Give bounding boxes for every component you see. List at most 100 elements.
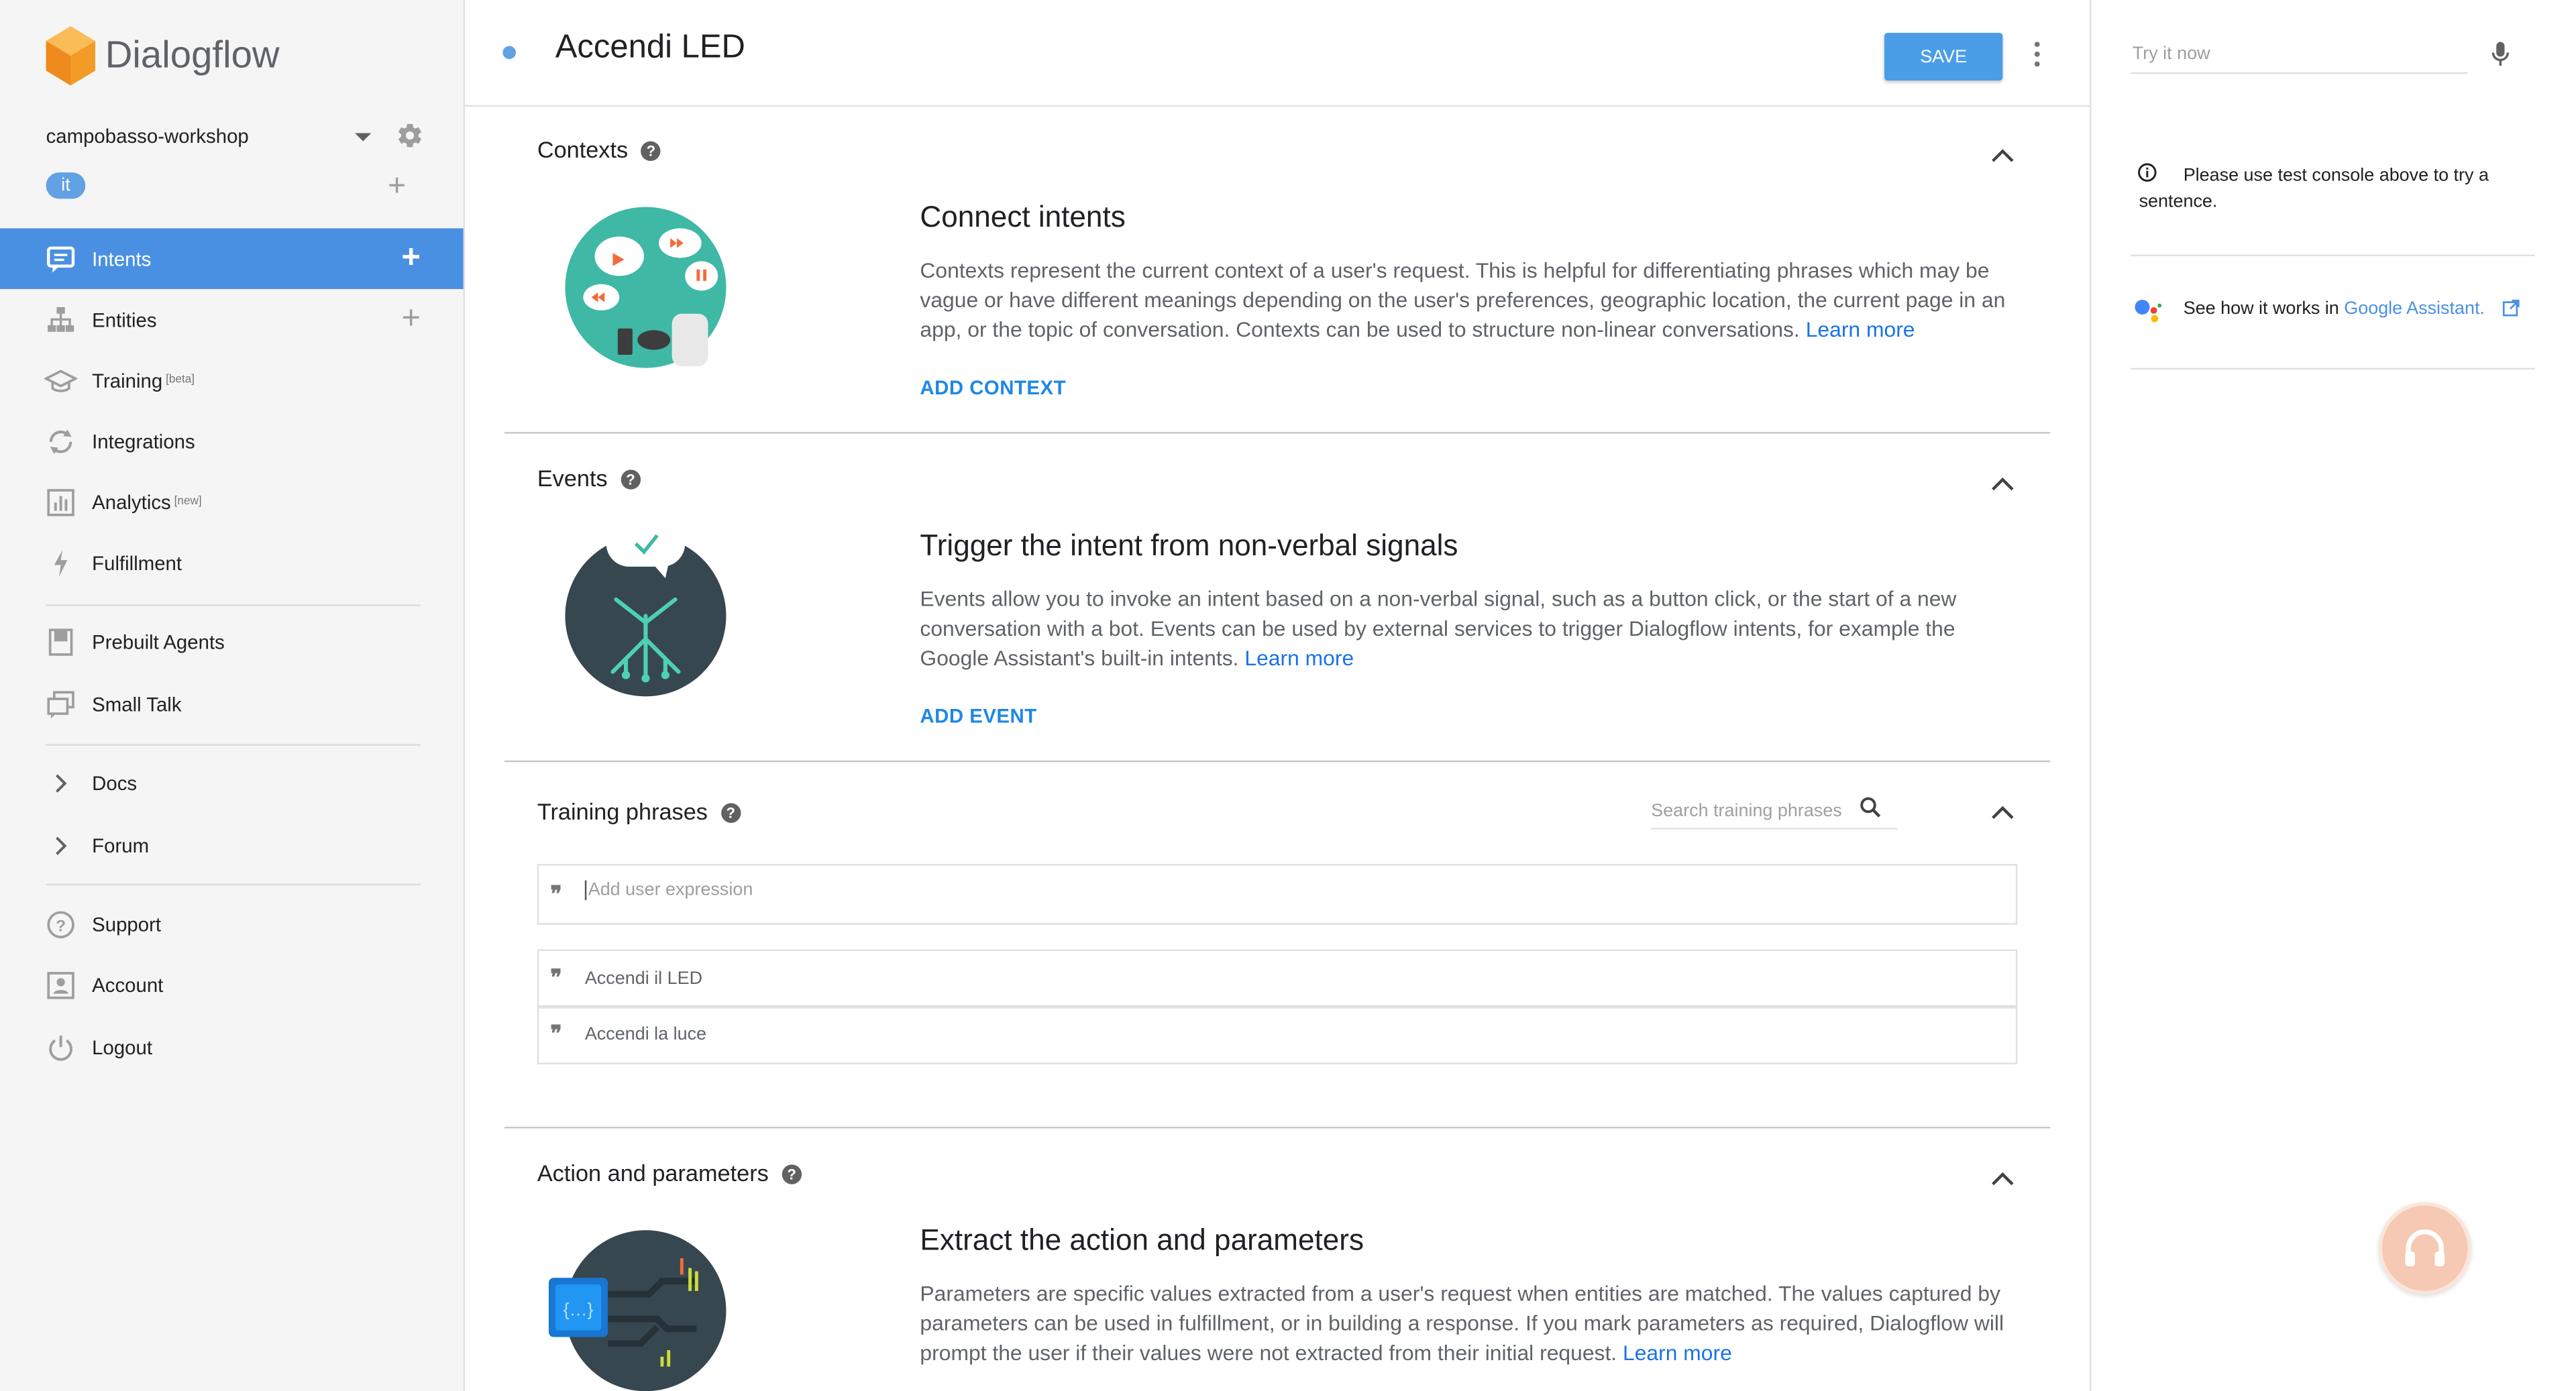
add-event-button[interactable]: ADD EVENT bbox=[920, 705, 1036, 728]
sidebar-item-label: Training bbox=[92, 368, 163, 392]
sidebar-item-small-talk[interactable]: Small Talk bbox=[0, 673, 464, 734]
try-it-now-input[interactable] bbox=[2131, 36, 2468, 74]
sidebar-item-label: Fulfillment bbox=[92, 551, 182, 574]
language-chip[interactable]: it bbox=[46, 172, 86, 199]
intent-name[interactable]: Accendi LED bbox=[555, 30, 745, 67]
sidebar-item-label: Intents bbox=[92, 247, 152, 270]
events-illustration bbox=[565, 520, 727, 697]
sidebar-item-label: Integrations bbox=[92, 429, 195, 453]
chevron-up-icon[interactable] bbox=[1991, 476, 2014, 491]
sidebar-item-label: Support bbox=[92, 912, 162, 936]
add-entity-button[interactable]: + bbox=[401, 300, 421, 338]
training-phrase-row[interactable]: ❞ Accendi il LED bbox=[537, 949, 2018, 1009]
mic-icon[interactable] bbox=[2491, 41, 2510, 67]
help-icon[interactable]: ? bbox=[621, 469, 641, 490]
add-expression-box: ❞ bbox=[537, 864, 2018, 925]
small-talk-icon bbox=[44, 687, 77, 720]
sidebar-item-support[interactable]: ? Support bbox=[0, 893, 464, 954]
sidebar-item-account[interactable]: Account bbox=[0, 954, 464, 1015]
sidebar-item-label: Logout bbox=[92, 1036, 153, 1059]
chevron-up-icon[interactable] bbox=[1991, 805, 2014, 820]
quote-icon: ❞ bbox=[550, 966, 562, 991]
training-phrase-row[interactable]: ❞ Accendi la luce bbox=[537, 1005, 2018, 1064]
sidebar-divider bbox=[46, 883, 421, 886]
google-assistant-link[interactable]: Google Assistant. bbox=[2344, 299, 2485, 319]
events-section-title[interactable]: Events? bbox=[537, 465, 641, 491]
power-icon bbox=[44, 1031, 77, 1064]
sidebar-item-entities[interactable]: Entities + bbox=[0, 289, 464, 350]
sidebar-item-fulfillment[interactable]: Fulfillment bbox=[0, 532, 464, 593]
panel-divider bbox=[2131, 254, 2535, 257]
add-language-button[interactable]: + bbox=[388, 171, 406, 203]
add-intent-button[interactable]: + bbox=[401, 240, 421, 278]
sidebar-item-forum[interactable]: Forum bbox=[0, 815, 464, 876]
dialogflow-logo-icon[interactable] bbox=[46, 26, 96, 89]
events-description: Events allow you to invoke an intent bas… bbox=[920, 585, 2012, 673]
learn-more-link[interactable]: Learn more bbox=[1806, 317, 1915, 342]
app-name: Dialogflow bbox=[105, 32, 280, 76]
save-button[interactable]: SAVE bbox=[1884, 32, 2003, 81]
sidebar-item-docs[interactable]: Docs bbox=[0, 753, 464, 814]
google-assistant-note: See how it works in Google Assistant. bbox=[2184, 299, 2485, 319]
svg-text:?: ? bbox=[56, 916, 66, 934]
intent-priority-dot[interactable] bbox=[502, 46, 516, 60]
sidebar-item-training[interactable]: Training [beta] bbox=[0, 350, 464, 411]
training-phrase-text[interactable]: Accendi la luce bbox=[585, 1025, 706, 1044]
section-divider bbox=[504, 432, 2051, 434]
help-icon[interactable]: ? bbox=[641, 141, 661, 162]
chevron-up-icon[interactable] bbox=[1991, 1171, 2014, 1186]
integrations-icon bbox=[44, 425, 77, 457]
account-icon bbox=[44, 968, 77, 1001]
sidebar-item-integrations[interactable]: Integrations bbox=[0, 410, 464, 471]
help-icon[interactable]: ? bbox=[720, 803, 741, 823]
chat-icon bbox=[44, 242, 77, 275]
sidebar-divider bbox=[46, 604, 421, 606]
chevron-up-icon[interactable] bbox=[1991, 148, 2014, 162]
agent-selector[interactable]: campobasso-workshop bbox=[46, 125, 249, 148]
sidebar-item-logout[interactable]: Logout bbox=[0, 1017, 464, 1078]
contexts-title-text: Contexts bbox=[537, 136, 629, 163]
sidebar-item-label: Small Talk bbox=[92, 692, 182, 716]
training-cap-icon bbox=[44, 364, 78, 396]
contexts-description: Contexts represent the current context o… bbox=[920, 256, 2012, 345]
headset-icon bbox=[2405, 1229, 2445, 1267]
sidebar-divider bbox=[46, 744, 421, 746]
chevron-down-icon[interactable] bbox=[354, 133, 372, 143]
action-params-section-title[interactable]: Action and parameters? bbox=[537, 1160, 802, 1186]
search-icon[interactable] bbox=[1860, 797, 1881, 818]
action-params-desc-text: Parameters are specific values extracted… bbox=[920, 1281, 2004, 1366]
support-fab[interactable] bbox=[2379, 1202, 2471, 1294]
analytics-icon bbox=[44, 486, 77, 518]
chevron-right-icon bbox=[44, 829, 77, 862]
events-desc-text: Events allow you to invoke an intent bas… bbox=[920, 586, 1957, 671]
quote-icon: ❞ bbox=[550, 882, 562, 907]
sidebar-item-prebuilt-agents[interactable]: Prebuilt Agents bbox=[0, 611, 464, 672]
sidebar-item-label: Prebuilt Agents bbox=[92, 630, 225, 653]
training-phrase-text[interactable]: Accendi il LED bbox=[585, 969, 702, 989]
book-icon bbox=[44, 625, 77, 658]
sidebar-item-label: Account bbox=[92, 973, 164, 997]
contexts-illustration bbox=[565, 207, 727, 368]
kebab-icon[interactable] bbox=[2031, 40, 2044, 69]
sidebar-item-label: Forum bbox=[92, 833, 150, 857]
add-context-button[interactable]: ADD CONTEXT bbox=[920, 376, 1066, 399]
help-icon[interactable]: ? bbox=[782, 1164, 802, 1184]
external-link-icon[interactable] bbox=[2502, 299, 2520, 317]
section-divider bbox=[504, 1127, 2051, 1129]
action-params-description: Parameters are specific values extracted… bbox=[920, 1280, 2012, 1368]
learn-more-link[interactable]: Learn more bbox=[1623, 1340, 1732, 1365]
sidebar-item-label: Docs bbox=[92, 771, 138, 795]
add-user-expression-input[interactable] bbox=[584, 880, 1968, 901]
events-title-text: Events bbox=[537, 465, 608, 492]
test-console-info: Please use test console above to try a s… bbox=[2139, 166, 2489, 212]
training-section-title[interactable]: Training phrases? bbox=[537, 798, 741, 824]
lightning-icon bbox=[44, 546, 77, 579]
learn-more-link[interactable]: Learn more bbox=[1244, 645, 1354, 670]
entities-icon bbox=[44, 303, 77, 336]
sidebar-item-intents[interactable]: Intents + bbox=[0, 228, 464, 290]
training-title-text: Training phrases bbox=[537, 798, 708, 825]
sidebar-item-label: Entities bbox=[92, 308, 157, 331]
sidebar-item-analytics[interactable]: Analytics [new] bbox=[0, 471, 464, 533]
gear-icon[interactable] bbox=[396, 121, 424, 150]
contexts-section-title[interactable]: Contexts? bbox=[537, 136, 661, 162]
